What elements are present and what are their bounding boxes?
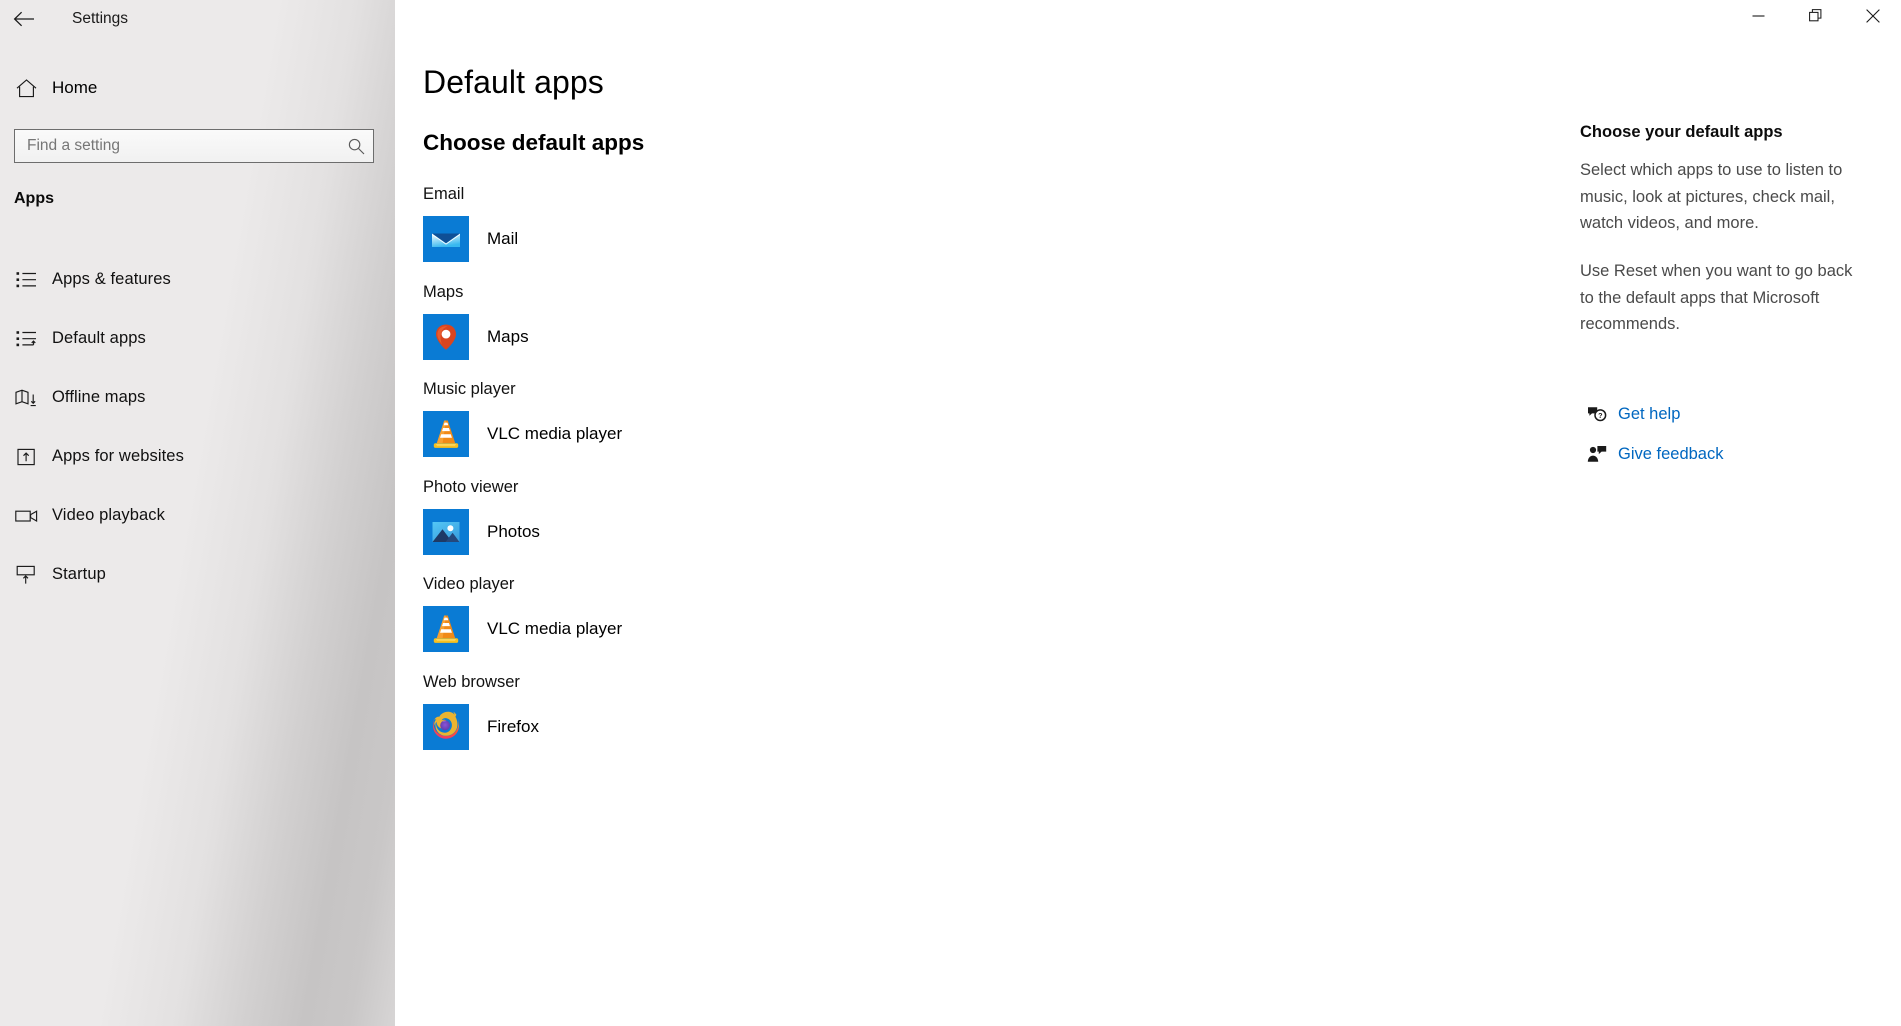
sidebar-category-heading: Apps: [14, 190, 54, 207]
sidebar-home-label: Home: [52, 78, 98, 97]
link-label: Get help: [1618, 404, 1681, 423]
section-title: Choose default apps: [423, 130, 645, 155]
main-content: Default apps Choose default apps Email M…: [395, 0, 1580, 1026]
default-apps-list: Email Mail Maps Maps Music player VLC me…: [423, 185, 1423, 770]
close-icon: [1865, 8, 1880, 28]
group-label: Web browser: [423, 672, 520, 691]
default-app-name: Mail: [487, 229, 519, 248]
vlc-app-icon: [423, 606, 469, 652]
window-title: Settings: [72, 10, 129, 27]
default-app-button-maps[interactable]: Maps: [423, 313, 1063, 360]
restore-icon: [1808, 8, 1823, 28]
firefox-app-icon: [423, 703, 469, 750]
group-label: Video player: [423, 575, 515, 593]
default-app-group: Photo viewer Photos: [423, 478, 1423, 555]
right-panel-paragraph: Select which apps to use to listen to mu…: [1580, 161, 1843, 232]
default-app-name: Photos: [487, 521, 540, 541]
list-bullets-icon: [0, 271, 52, 289]
sidebar-item-apps-features[interactable]: Apps & features: [0, 250, 380, 309]
default-app-group: Video player VLC media player: [423, 575, 1423, 652]
sidebar-item-video-playback[interactable]: Video playback: [0, 486, 380, 545]
group-label: Maps: [423, 282, 464, 301]
sidebar-nav-list: Apps & features Default apps Offline map…: [0, 250, 380, 604]
vlc-app-icon: [423, 411, 469, 457]
monitor-arrow-up-icon: [0, 565, 52, 585]
sidebar-item-offline-maps[interactable]: Offline maps: [0, 368, 380, 427]
svg-text:?: ?: [1598, 411, 1602, 420]
default-app-name: Firefox: [487, 716, 539, 736]
right-info-panel: Choose your default apps Select which ap…: [1580, 0, 1901, 1026]
sidebar-item-label: Video playback: [52, 506, 166, 524]
maps-app-icon: [423, 313, 469, 360]
default-app-name: Maps: [487, 326, 529, 346]
sidebar-item-label: Default apps: [52, 329, 146, 347]
default-app-button-photo-viewer[interactable]: Photos: [423, 508, 1063, 555]
group-label: Music player: [423, 380, 516, 398]
link-label: Give feedback: [1618, 444, 1724, 463]
map-download-icon: [0, 389, 52, 407]
help-bubble-icon: ?: [1580, 405, 1614, 423]
minimize-icon: [1752, 9, 1765, 27]
search-placeholder: Find a setting: [27, 137, 121, 154]
search-input[interactable]: Find a setting: [14, 129, 374, 163]
feedback-person-icon: [1580, 445, 1614, 463]
sidebar-item-label: Startup: [52, 565, 106, 583]
sidebar-item-label: Apps & features: [52, 270, 171, 288]
right-panel-title: Choose your default apps: [1580, 123, 1783, 141]
default-app-name: VLC media player: [487, 424, 623, 443]
default-app-button-web-browser[interactable]: Firefox: [423, 703, 1063, 750]
get-help-link[interactable]: ? Get help: [1580, 400, 1680, 428]
right-panel-paragraph: Use Reset when you want to go back to th…: [1580, 262, 1853, 333]
give-feedback-link[interactable]: Give feedback: [1580, 440, 1723, 468]
sidebar-item-default-apps[interactable]: Default apps: [0, 309, 380, 368]
default-app-group: Email Mail: [423, 185, 1423, 262]
sidebar-item-home[interactable]: Home: [0, 66, 380, 110]
sidebar-item-startup[interactable]: Startup: [0, 545, 380, 604]
group-label: Photo viewer: [423, 477, 519, 496]
sidebar-item-label: Offline maps: [52, 388, 146, 406]
home-icon: [0, 78, 52, 98]
back-button[interactable]: [0, 0, 48, 38]
default-app-button-video-player[interactable]: VLC media player: [423, 606, 1063, 652]
group-label: Email: [423, 185, 465, 203]
default-app-button-music-player[interactable]: VLC media player: [423, 411, 1063, 457]
box-arrow-up-icon: [0, 448, 52, 466]
default-app-group: Maps Maps: [423, 283, 1423, 360]
default-app-name: VLC media player: [487, 619, 623, 638]
default-app-button-email[interactable]: Mail: [423, 216, 1063, 262]
maximize-restore-button[interactable]: [1787, 0, 1844, 36]
back-arrow-icon: [13, 11, 35, 27]
page-title: Default apps: [423, 64, 604, 100]
sidebar: Home Find a setting Apps Apps & features…: [0, 0, 395, 1026]
default-app-group: Music player VLC media player: [423, 380, 1423, 457]
close-button[interactable]: [1844, 0, 1901, 36]
title-bar: Settings: [0, 0, 1901, 38]
video-camera-icon: [0, 508, 52, 524]
sidebar-item-apps-for-websites[interactable]: Apps for websites: [0, 427, 380, 486]
sidebar-item-label: Apps for websites: [52, 447, 184, 465]
search-icon: [339, 138, 373, 155]
photos-app-icon: [423, 508, 469, 555]
minimize-button[interactable]: [1730, 0, 1787, 36]
default-app-group: Web browser Firefox: [423, 673, 1423, 750]
list-arrow-icon: [0, 330, 52, 348]
mail-app-icon: [423, 216, 469, 262]
